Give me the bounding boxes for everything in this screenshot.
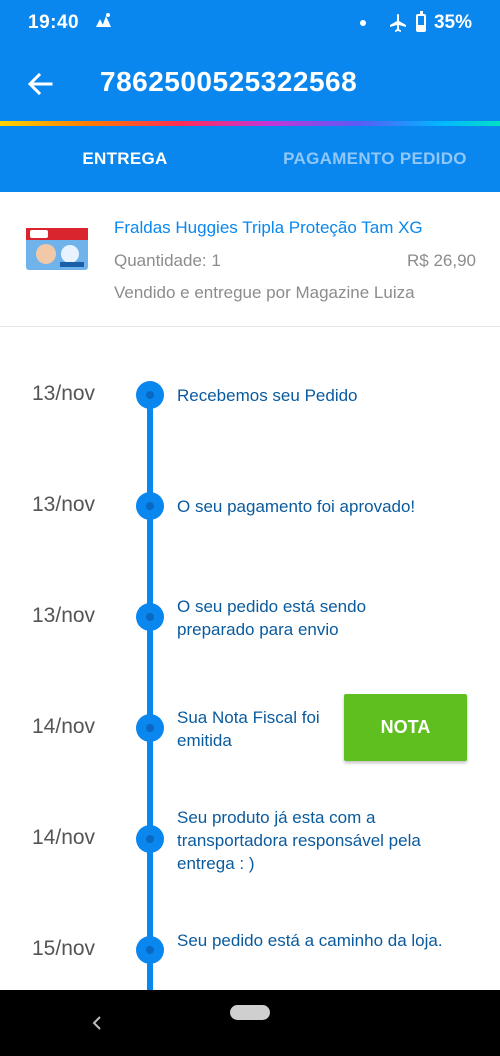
status-bar: 19:40 35% [0, 0, 500, 44]
battery-icon [415, 11, 426, 32]
nav-back-icon[interactable] [88, 1012, 106, 1034]
product-seller: Vendido e entregue por Magazine Luiza [114, 283, 415, 302]
timeline-text: Seu produto já esta com a transportadora… [177, 808, 421, 873]
timeline-date: 14/nov [32, 715, 96, 738]
timeline-dot [136, 936, 164, 964]
timeline-dot [136, 825, 164, 853]
product-name[interactable]: Fraldas Huggies Tripla Proteção Tam XG [114, 218, 423, 238]
tab-pagamento-pedido[interactable]: PAGAMENTO PEDIDO [250, 126, 500, 192]
product-quantity: Quantidade: 1 [114, 251, 221, 270]
timeline-text: Sua Nota Fiscal foi emitida [177, 708, 320, 750]
status-time: 19:40 [28, 12, 80, 33]
product-card[interactable]: Fraldas Huggies Tripla Proteção Tam XG Q… [0, 192, 500, 327]
back-button[interactable] [20, 64, 60, 104]
timeline-date: 14/nov [32, 826, 96, 849]
arrow-left-icon [27, 72, 53, 96]
timeline-dot [136, 492, 164, 520]
timeline-dot [136, 381, 164, 409]
status-icons: 35% [359, 11, 472, 34]
tab-bar: ENTREGA PAGAMENTO PEDIDO [0, 126, 500, 192]
timeline-date: 15/nov [32, 937, 96, 960]
order-number-title: 7862500525322568 [100, 66, 358, 97]
timeline-dot [136, 603, 164, 631]
timeline-text: Recebemos seu Pedido [177, 386, 358, 405]
system-nav-bar [0, 990, 500, 1056]
timeline-date: 13/nov [32, 604, 96, 627]
app-bar: 7862500525322568 [0, 44, 500, 122]
timeline-text: O seu pagamento foi aprovado! [177, 497, 416, 516]
timeline-dot [136, 714, 164, 742]
timeline-date: 13/nov [32, 382, 96, 405]
timeline-date: 13/nov [32, 493, 96, 516]
timeline-text: O seu pedido está sendo preparado para e… [177, 597, 367, 639]
product-price: R$ 26,90 [407, 251, 476, 270]
notification-icon [96, 13, 111, 27]
battery-percent: 35% [433, 12, 472, 33]
airplane-icon [389, 14, 406, 32]
nav-home-pill[interactable] [230, 1005, 270, 1020]
dot-icon [359, 20, 366, 26]
timeline-text: Seu pedido está a caminho da loja. [177, 931, 443, 950]
product-image [24, 224, 90, 274]
nota-button[interactable]: NOTA [344, 694, 467, 761]
timeline-line [147, 394, 153, 990]
tab-entrega[interactable]: ENTREGA [0, 126, 250, 192]
